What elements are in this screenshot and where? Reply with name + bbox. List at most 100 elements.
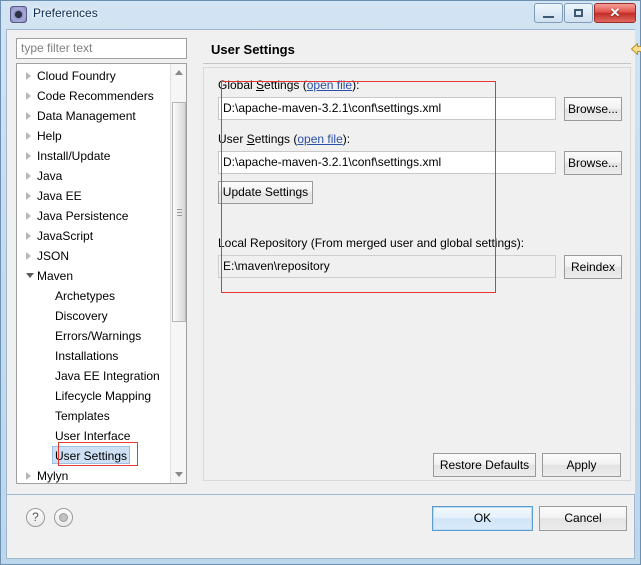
sidebar-item-java[interactable]: Java (17, 166, 172, 186)
apply-label: Apply (566, 458, 597, 472)
restore-defaults-button[interactable]: Restore Defaults (433, 453, 536, 477)
sidebar-item-label: Lifecycle Mapping (55, 389, 152, 403)
reindex-button[interactable]: Reindex (564, 255, 622, 279)
sidebar-item-maven[interactable]: Maven (17, 266, 172, 286)
help-icon[interactable]: ? (26, 508, 45, 527)
scroll-down-icon[interactable] (171, 466, 186, 483)
tree-expand-arrow-closed-icon[interactable] (26, 172, 31, 180)
dialog-footer: ? OK Cancel (6, 495, 635, 559)
tree-expand-arrow-closed-icon[interactable] (26, 252, 31, 260)
sidebar-item-label: Java Persistence (37, 209, 129, 223)
local-repository-input: E:\maven\repository (218, 255, 556, 278)
tree-vertical-scrollbar[interactable] (170, 64, 186, 483)
scroll-up-icon[interactable] (171, 64, 186, 81)
user-settings-browse-button[interactable]: Browse... (564, 151, 622, 175)
sidebar-item-java-ee[interactable]: Java EE (17, 186, 172, 206)
close-icon: ✕ (609, 5, 621, 20)
preferences-gear-icon (10, 6, 27, 23)
sidebar-item-install-update[interactable]: Install/Update (17, 146, 172, 166)
sidebar-item-mylyn[interactable]: Mylyn (17, 466, 172, 483)
settings-content: Global Settings (open file): D:\apache-m… (203, 67, 631, 481)
tree-expand-arrow-closed-icon[interactable] (26, 152, 31, 160)
global-settings-value: D:\apache-maven-3.2.1\conf\settings.xml (223, 101, 442, 115)
sidebar-item-javascript[interactable]: JavaScript (17, 226, 172, 246)
tree-expand-arrow-closed-icon[interactable] (26, 232, 31, 240)
global-settings-input[interactable]: D:\apache-maven-3.2.1\conf\settings.xml (218, 97, 556, 120)
sidebar-item-label: JSON (37, 249, 70, 263)
sidebar-item-label: User Interface (55, 429, 131, 443)
sidebar-item-code-recommenders[interactable]: Code Recommenders (17, 86, 172, 106)
local-repository-label: Local Repository (From merged user and g… (218, 236, 525, 250)
global-settings-browse-label: Browse... (567, 102, 618, 116)
sidebar-item-label: Discovery (55, 309, 108, 323)
global-settings-label-suffix: ): (352, 78, 360, 92)
sidebar-item-label: Install/Update (37, 149, 111, 163)
cancel-button[interactable]: Cancel (539, 506, 627, 531)
maximize-button[interactable] (564, 3, 593, 23)
user-settings-open-file-link[interactable]: open file (297, 132, 342, 146)
user-settings-label: User Settings (open file): (218, 132, 350, 146)
restore-defaults-label: Restore Defaults (439, 458, 530, 472)
global-settings-browse-button[interactable]: Browse... (564, 97, 622, 121)
sidebar-item-installations[interactable]: Installations (17, 346, 172, 366)
sidebar-item-templates[interactable]: Templates (17, 406, 172, 426)
global-settings-label-rest: ettings ( (264, 78, 307, 92)
user-settings-label-mnemonic: S (246, 132, 255, 146)
preferences-tree[interactable]: Cloud Foundry Code Recommenders Data Manag… (16, 63, 187, 484)
sidebar-item-data-management[interactable]: Data Management (17, 106, 172, 126)
update-settings-button[interactable]: Update Settings (218, 181, 313, 204)
global-settings-label-mnemonic: S (256, 78, 265, 92)
sidebar-item-user-interface[interactable]: User Interface (17, 426, 172, 446)
tree-expand-arrow-closed-icon[interactable] (26, 192, 31, 200)
sidebar-item-label: Code Recommenders (37, 89, 154, 103)
reindex-label: Reindex (570, 260, 616, 274)
back-arrow-icon[interactable] (629, 40, 641, 58)
page-title: User Settings (211, 42, 295, 57)
minimize-button[interactable] (534, 3, 563, 23)
user-settings-browse-label: Browse... (567, 156, 618, 170)
sidebar-item-label: JavaScript (37, 229, 94, 243)
sidebar-item-json[interactable]: JSON (17, 246, 172, 266)
sidebar-item-label: Installations (55, 349, 119, 363)
info-circle-icon[interactable] (54, 508, 73, 527)
tree-vertical-scroll-thumb[interactable] (172, 102, 186, 322)
sidebar-item-label: Maven (37, 269, 74, 283)
search-input[interactable]: type filter text (16, 38, 187, 59)
settings-panel: User Settings Global Settings (open file… (198, 30, 641, 494)
sidebar-item-discovery[interactable]: Discovery (17, 306, 172, 326)
search-input-placeholder: type filter text (21, 41, 93, 55)
sidebar-item-java-persistence[interactable]: Java Persistence (17, 206, 172, 226)
tree-expand-arrow-closed-icon[interactable] (26, 132, 31, 140)
ok-button[interactable]: OK (432, 506, 533, 531)
sidebar-item-cloud-foundry[interactable]: Cloud Foundry (17, 66, 172, 86)
sidebar-item-label: Help (37, 129, 62, 143)
global-settings-open-file-link[interactable]: open file (307, 78, 352, 92)
global-settings-label-prefix: Global (218, 78, 257, 92)
sidebar-item-archetypes[interactable]: Archetypes (17, 286, 172, 306)
dialog-body: type filter text Cloud Foundry Code Recom… (6, 29, 641, 522)
sidebar-item-java-ee-integration[interactable]: Java EE Integration (17, 366, 172, 386)
close-button[interactable]: ✕ (594, 3, 636, 23)
help-icon-glyph: ? (32, 510, 39, 524)
sidebar-item-label: Java EE Integration (55, 369, 160, 383)
tree-expand-arrow-open-icon[interactable] (26, 273, 34, 278)
tree-expand-arrow-closed-icon[interactable] (26, 72, 31, 80)
local-repository-value: E:\maven\repository (223, 259, 330, 273)
tree-expand-arrow-closed-icon[interactable] (26, 212, 31, 220)
sidebar-item-user-settings[interactable]: User Settings (17, 446, 172, 466)
sidebar-item-help[interactable]: Help (17, 126, 172, 146)
sidebar-item-lifecycle-mapping[interactable]: Lifecycle Mapping (17, 386, 172, 406)
user-settings-input[interactable]: D:\apache-maven-3.2.1\conf\settings.xml (218, 151, 556, 174)
title-bar: Preferences ✕ (1, 1, 640, 29)
user-settings-label-suffix: ): (342, 132, 351, 146)
sidebar-item-errors-warnings[interactable]: Errors/Warnings (17, 326, 172, 346)
tree-expand-arrow-closed-icon[interactable] (26, 472, 31, 480)
sidebar-item-label: Java (37, 169, 63, 183)
tree-expand-arrow-closed-icon[interactable] (26, 92, 31, 100)
apply-button[interactable]: Apply (542, 453, 621, 477)
update-settings-label: Update Settings (222, 185, 309, 199)
sidebar-item-label: Data Management (37, 109, 136, 123)
cancel-label: Cancel (564, 511, 602, 525)
user-settings-label-prefix: User (218, 132, 247, 146)
tree-expand-arrow-closed-icon[interactable] (26, 112, 31, 120)
